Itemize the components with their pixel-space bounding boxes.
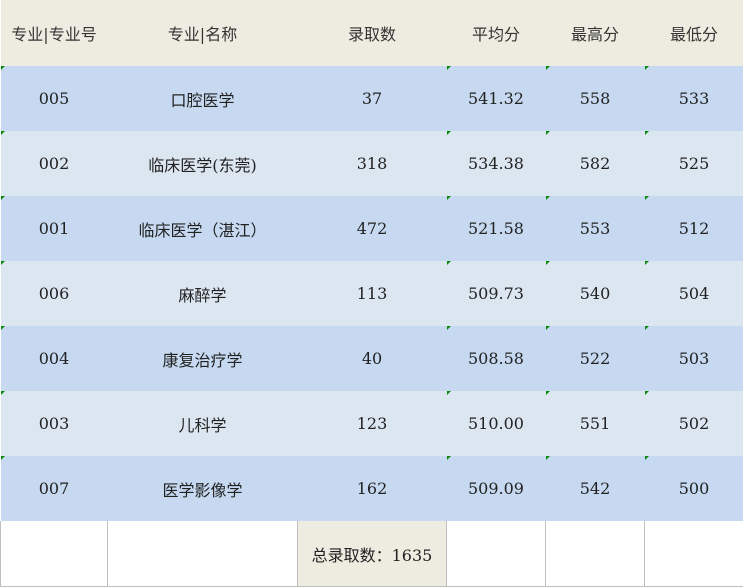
total-admitted-cell[interactable]: 总录取数：1635: [298, 521, 447, 587]
average-score-cell[interactable]: 534.38: [447, 131, 546, 196]
major-code-cell[interactable]: 002: [1, 131, 108, 196]
table-row: 006麻醉学113509.73540504: [1, 261, 743, 326]
major-name-cell[interactable]: 康复治疗学: [108, 326, 298, 391]
min-score-cell[interactable]: 503: [645, 326, 743, 391]
admitted-count-cell[interactable]: 123: [298, 391, 447, 456]
header-major-name[interactable]: 专业|名称: [108, 0, 298, 66]
major-name-cell[interactable]: 医学影像学: [108, 456, 298, 521]
max-score-cell[interactable]: 558: [546, 66, 645, 131]
admitted-count-cell[interactable]: 472: [298, 196, 447, 261]
major-code-cell[interactable]: 004: [1, 326, 108, 391]
min-score-cell[interactable]: 533: [645, 66, 743, 131]
table-row: 004康复治疗学40508.58522503: [1, 326, 743, 391]
max-score-cell[interactable]: 553: [546, 196, 645, 261]
major-name-cell[interactable]: 临床医学(东莞): [108, 131, 298, 196]
major-code-cell[interactable]: 006: [1, 261, 108, 326]
major-name-cell[interactable]: 临床医学（湛江）: [108, 196, 298, 261]
admitted-count-cell[interactable]: 40: [298, 326, 447, 391]
major-code-cell[interactable]: 007: [1, 456, 108, 521]
table-row: 001临床医学（湛江）472521.58553512: [1, 196, 743, 261]
major-name-cell[interactable]: 口腔医学: [108, 66, 298, 131]
max-score-cell[interactable]: 582: [546, 131, 645, 196]
footer-cell[interactable]: [1, 521, 108, 587]
header-row: 专业|专业号 专业|名称 录取数 平均分 最高分 最低分: [1, 0, 743, 66]
average-score-cell[interactable]: 521.58: [447, 196, 546, 261]
average-score-cell[interactable]: 509.09: [447, 456, 546, 521]
footer-cell[interactable]: [108, 521, 298, 587]
admission-table: 专业|专业号 专业|名称 录取数 平均分 最高分 最低分 005口腔医学3754…: [0, 0, 743, 587]
major-code-cell[interactable]: 005: [1, 66, 108, 131]
major-name-cell[interactable]: 麻醉学: [108, 261, 298, 326]
major-name-cell[interactable]: 儿科学: [108, 391, 298, 456]
average-score-cell[interactable]: 508.58: [447, 326, 546, 391]
table-row: 002临床医学(东莞)318534.38582525: [1, 131, 743, 196]
footer-cell[interactable]: [447, 521, 546, 587]
min-score-cell[interactable]: 504: [645, 261, 743, 326]
header-major-code[interactable]: 专业|专业号: [1, 0, 108, 66]
admitted-count-cell[interactable]: 113: [298, 261, 447, 326]
table-body: 005口腔医学37541.32558533002临床医学(东莞)318534.3…: [1, 66, 743, 521]
footer-row: 总录取数：1635: [1, 521, 743, 587]
min-score-cell[interactable]: 525: [645, 131, 743, 196]
header-admitted-count[interactable]: 录取数: [298, 0, 447, 66]
footer-cell[interactable]: [546, 521, 645, 587]
max-score-cell[interactable]: 542: [546, 456, 645, 521]
footer-cell[interactable]: [645, 521, 743, 587]
major-code-cell[interactable]: 003: [1, 391, 108, 456]
admitted-count-cell[interactable]: 37: [298, 66, 447, 131]
average-score-cell[interactable]: 510.00: [447, 391, 546, 456]
header-min-score[interactable]: 最低分: [645, 0, 743, 66]
max-score-cell[interactable]: 551: [546, 391, 645, 456]
major-code-cell[interactable]: 001: [1, 196, 108, 261]
header-max-score[interactable]: 最高分: [546, 0, 645, 66]
max-score-cell[interactable]: 540: [546, 261, 645, 326]
spreadsheet-view: 专业|专业号 专业|名称 录取数 平均分 最高分 最低分 005口腔医学3754…: [0, 0, 743, 586]
table-row: 003儿科学123510.00551502: [1, 391, 743, 456]
table-row: 005口腔医学37541.32558533: [1, 66, 743, 131]
max-score-cell[interactable]: 522: [546, 326, 645, 391]
admitted-count-cell[interactable]: 162: [298, 456, 447, 521]
admitted-count-cell[interactable]: 318: [298, 131, 447, 196]
header-average-score[interactable]: 平均分: [447, 0, 546, 66]
table-row: 007医学影像学162509.09542500: [1, 456, 743, 521]
min-score-cell[interactable]: 500: [645, 456, 743, 521]
average-score-cell[interactable]: 509.73: [447, 261, 546, 326]
min-score-cell[interactable]: 502: [645, 391, 743, 456]
min-score-cell[interactable]: 512: [645, 196, 743, 261]
average-score-cell[interactable]: 541.32: [447, 66, 546, 131]
